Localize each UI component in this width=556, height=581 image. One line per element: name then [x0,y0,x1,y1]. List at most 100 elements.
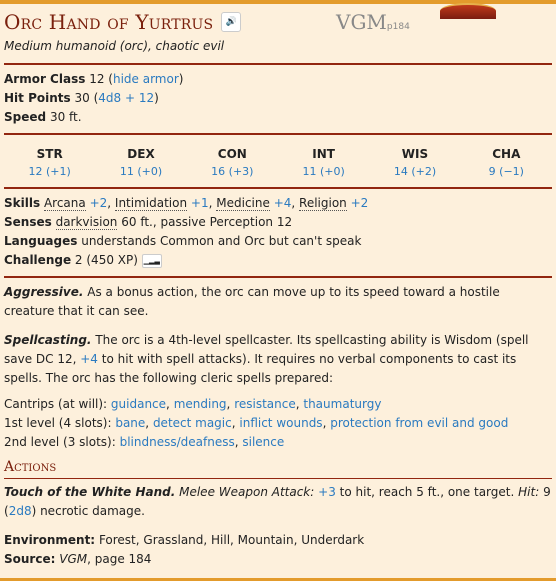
spell-link[interactable]: silence [242,435,284,449]
spell-link[interactable]: inflict wounds [239,416,322,430]
skill-roll[interactable]: +2 [351,196,369,210]
divider [4,478,552,479]
ability-roll[interactable]: 12 (+1) [4,163,95,181]
ability-str: STR 12 (+1) [4,145,95,181]
hit-points: Hit Points 30 (4d8 + 12) [4,91,159,105]
monster-type: Medium humanoid (orc), chaotic evil [4,39,225,53]
skill-roll[interactable]: +2 [90,196,108,210]
attack-type: Melee Weapon Attack: [179,485,315,499]
cantrips: Cantrips (at will): guidance, mending, r… [4,397,382,411]
divider [4,63,552,65]
skill-name[interactable]: Intimidation [114,196,188,211]
source-page: p184 [386,22,410,32]
ability-con: CON 16 (+3) [187,145,278,181]
label: Environment: [4,533,96,547]
label: Challenge [4,253,72,267]
action-name: Touch of the White Hand. [4,485,176,499]
value: 2 (450 XP) [74,253,138,267]
damage-roll[interactable]: 2d8 [9,504,32,518]
speaker-icon[interactable]: 🔊 [221,12,242,32]
value: 12 [89,72,105,86]
label: Hit Points [4,91,71,105]
spell-link[interactable]: bane [115,416,145,430]
value: understands Common and Orc but can't spe… [81,234,362,248]
action-touch-of-the-white-hand: Touch of the White Hand. Melee Weapon At… [4,485,551,518]
value: 30 [74,91,90,105]
value: 60 ft., passive Perception 12 [121,215,293,229]
ability-dex: DEX 11 (+0) [95,145,186,181]
trait-aggressive: Aggressive. As a bonus action, the orc c… [4,283,552,321]
label: Source: [4,552,56,566]
divider [4,187,552,189]
environment: Environment: Forest, Grassland, Hill, Mo… [4,531,552,550]
label: 1st level (4 slots): [4,416,112,430]
action-text: necrotic damage. [40,504,145,518]
actions-heading: Actions [4,459,57,475]
ability-name: CHA [492,147,521,161]
ability-cha: CHA 9 (−1) [461,145,552,181]
label: Cantrips (at will): [4,397,108,411]
skill-roll[interactable]: +4 [274,196,292,210]
label: Languages [4,234,78,248]
skills: Skills Arcana +2, Intimidation +1, Medic… [4,196,369,211]
ability-roll[interactable]: 11 (+0) [95,163,186,181]
ability-roll[interactable]: 9 (−1) [461,163,552,181]
damage: 9 [543,485,551,499]
spell-link[interactable]: protection from evil and good [330,416,508,430]
hit-label: Hit: [518,485,540,499]
divider [4,133,552,135]
monster-name: Orc Hand of Yurtrus [4,10,214,34]
skill-name[interactable]: Arcana [43,196,86,211]
spell-link[interactable]: guidance [111,397,166,411]
spell-attack-roll[interactable]: +4 [80,352,98,366]
stat-block: Orc Hand of Yurtrus 🔊 VGMp184 Medium hum… [4,8,552,569]
ability-name: INT [312,147,335,161]
skill-name[interactable]: Medicine [216,196,270,211]
spell-link[interactable]: mending [174,397,227,411]
speed: Speed 30 ft. [4,108,552,127]
skill-roll[interactable]: +1 [191,196,209,210]
sense-link[interactable]: darkvision [55,215,118,230]
source-badge[interactable]: VGMp184 [336,10,410,34]
label: 2nd level (3 slots): [4,435,116,449]
senses: Senses darkvision 60 ft., passive Percep… [4,213,552,232]
ability-scores: STR 12 (+1) DEX 11 (+0) CON 16 (+3) INT 11 (… [4,140,552,181]
spell-link[interactable]: blindness/deafness [120,435,235,449]
attack-roll[interactable]: +3 [318,485,336,499]
value: , page 184 [87,552,152,566]
ability-name: CON [217,147,247,161]
trait-spellcasting: Spellcasting. The orc is a 4th-level spe… [4,331,552,388]
label: Senses [4,215,52,229]
hp-dice-roll[interactable]: 4d8 + 12 [98,91,154,105]
bar-chart-icon[interactable]: ▁▂▃ [141,253,162,268]
source-book: VGM [336,10,387,34]
source: Source: VGM, page 184 [4,550,552,569]
skill-name[interactable]: Religion [299,196,347,211]
ability-int: INT 11 (+0) [278,145,369,181]
spell-link[interactable]: thaumaturgy [303,397,381,411]
ability-name: DEX [127,147,155,161]
divider [4,276,552,278]
action-text: to hit, reach 5 ft., one target. [339,485,515,499]
spell-link[interactable]: detect magic [153,416,232,430]
label: Skills [4,196,41,210]
challenge: Challenge 2 (450 XP) ▁▂▃ [4,251,552,270]
value: Forest, Grassland, Hill, Mountain, Under… [98,533,365,547]
second-level-spells: 2nd level (3 slots): blindness/deafness,… [4,435,285,449]
label: Speed [4,110,47,124]
ability-roll[interactable]: 11 (+0) [278,163,369,181]
armor-class: Armor Class 12 (hide armor) [4,72,184,86]
ability-wis: WIS 14 (+2) [369,145,460,181]
ability-name: WIS [401,147,429,161]
ability-roll[interactable]: 14 (+2) [369,163,460,181]
value: 30 ft. [49,110,82,124]
first-level-spells: 1st level (4 slots): bane, detect magic,… [4,416,509,430]
armor-link[interactable]: hide armor [113,72,179,86]
trait-name: Aggressive. [4,285,84,299]
ability-roll[interactable]: 16 (+3) [187,163,278,181]
source-book: VGM [59,552,88,566]
ability-name: STR [36,147,63,161]
spell-link[interactable]: resistance [234,397,296,411]
languages: Languages understands Common and Orc but… [4,232,552,251]
label: Armor Class [4,72,86,86]
